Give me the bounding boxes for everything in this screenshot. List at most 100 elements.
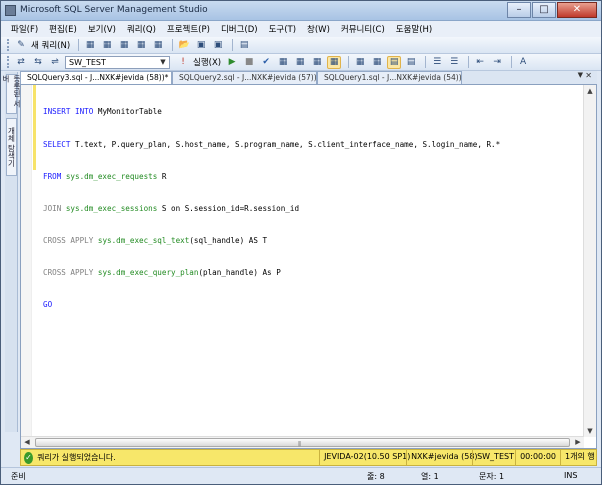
- results-to-grid-icon[interactable]: ▦: [327, 55, 342, 69]
- close-button[interactable]: ✕: [557, 2, 597, 18]
- intellisense-icon[interactable]: ▦: [310, 56, 324, 69]
- open-file-icon[interactable]: 📂: [177, 39, 191, 52]
- sql-code[interactable]: INSERT INTO MyMonitorTable SELECT T.text…: [43, 86, 500, 332]
- disconnect-icon[interactable]: ⇆: [31, 56, 45, 69]
- tab-label: SQLQuery2.sql - J...NXK#jevida (57))*: [179, 73, 317, 82]
- compact-query-icon[interactable]: ▦: [151, 39, 165, 52]
- status-char: 문자: 1: [479, 472, 505, 481]
- code-token: CROSS APPLY: [43, 267, 98, 277]
- scroll-down-icon[interactable]: ▼: [584, 425, 596, 437]
- toolbar-grip[interactable]: [7, 39, 10, 51]
- results-to-file-icon[interactable]: ▤: [404, 56, 418, 69]
- scroll-left-icon[interactable]: ◀: [21, 437, 33, 448]
- code-line: SELECT T.text, P.query_plan, S.host_name…: [43, 140, 500, 151]
- client-statistics-icon[interactable]: ▦: [370, 56, 384, 69]
- minimize-button[interactable]: –: [507, 2, 531, 18]
- tab-sqlquery3[interactable]: SQLQuery3.sql - J...NXK#jevida (58))*: [20, 71, 172, 85]
- code-token: INSERT INTO: [43, 107, 94, 117]
- menu-community[interactable]: 커뮤니티(C): [341, 23, 385, 35]
- code-token: (plan_handle) As P: [198, 267, 281, 277]
- editor-margin: [21, 85, 32, 437]
- parse-icon[interactable]: ✔: [259, 56, 273, 69]
- toolbar-separator: [511, 56, 513, 68]
- menu-edit[interactable]: 편집(E): [49, 23, 77, 35]
- estimated-plan-icon[interactable]: ▦: [276, 56, 290, 69]
- query-status-bar: ✓ 쿼리가 실행되었습니다. JEVIDA-02(10.50 SP1) NXK#…: [20, 449, 597, 466]
- server-name: JEVIDA-02(10.50 SP1): [319, 449, 410, 466]
- code-token: MyMonitorTable: [97, 107, 162, 117]
- menu-project[interactable]: 프로젝트(P): [167, 23, 210, 35]
- code-token: CROSS APPLY: [43, 235, 98, 245]
- toolbar-grip[interactable]: [7, 56, 10, 68]
- comment-icon[interactable]: ☰: [430, 56, 444, 69]
- code-line: INSERT INTO MyMonitorTable: [43, 107, 500, 118]
- specify-template-values-icon[interactable]: A: [516, 56, 530, 69]
- status-column: 열: 1: [421, 472, 439, 481]
- code-token: T.text, P.query_plan, S.host_name, S.pro…: [70, 139, 501, 149]
- xmla-query-icon[interactable]: ▦: [134, 39, 148, 52]
- code-token: JOIN: [43, 203, 66, 213]
- results-to-text-icon[interactable]: ▤: [387, 55, 402, 69]
- toolbar-separator: [78, 39, 80, 51]
- decrease-indent-icon[interactable]: ⇤: [473, 56, 487, 69]
- uncomment-icon[interactable]: ☰: [447, 56, 461, 69]
- toolbar-separator: [232, 39, 234, 51]
- object-explorer-tab[interactable]: 개체 탐색기: [6, 118, 17, 176]
- save-all-icon[interactable]: ▣: [211, 39, 225, 52]
- tab-sqlquery2[interactable]: SQLQuery2.sql - J...NXK#jevida (57))*: [172, 71, 317, 84]
- ssms-window: Microsoft SQL Server Management Studio –…: [0, 0, 602, 485]
- new-query-icon[interactable]: ✎: [14, 39, 28, 52]
- vertical-scrollbar[interactable]: ▲ ▼: [583, 85, 596, 437]
- menu-window[interactable]: 창(W): [307, 23, 330, 35]
- database-engine-query-icon[interactable]: ▦: [83, 39, 97, 52]
- app-icon: [5, 5, 16, 16]
- toolbar-separator: [425, 56, 427, 68]
- registered-servers-tab[interactable]: 등록된 서버: [2, 74, 22, 114]
- available-databases-select[interactable]: SW_TEST ▼: [65, 55, 170, 69]
- menu-view[interactable]: 보기(V): [88, 23, 116, 35]
- query-designer-icon[interactable]: ▦: [293, 56, 307, 69]
- scroll-up-icon[interactable]: ▲: [584, 85, 596, 97]
- menu-bar: 파일(F) 편집(E) 보기(V) 쿼리(Q) 프로젝트(P) 디버그(D) 도…: [1, 21, 601, 37]
- activity-monitor-icon[interactable]: ▤: [237, 39, 251, 52]
- query-editor[interactable]: INSERT INTO MyMonitorTable SELECT T.text…: [20, 84, 597, 449]
- standard-toolbar: ✎ 새 쿼리(N) ▦ ▦ ▦ ▦ ▦ 📂 ▣ ▣ ▤: [1, 37, 601, 54]
- new-query-button[interactable]: 새 쿼리(N): [31, 39, 70, 51]
- horizontal-scrollbar[interactable]: ◀ ||| ▶: [21, 436, 584, 448]
- menu-tools[interactable]: 도구(T): [269, 23, 296, 35]
- toolbar-separator: [348, 56, 350, 68]
- code-token: R: [157, 171, 167, 181]
- code-token: sys.dm_exec_sessions: [65, 203, 158, 213]
- query-status-message: 쿼리가 실행되었습니다.: [37, 453, 116, 462]
- scroll-right-icon[interactable]: ▶: [572, 437, 584, 448]
- connect-icon[interactable]: ⇄: [14, 56, 28, 69]
- menu-help[interactable]: 도움말(H): [396, 23, 432, 35]
- chevron-down-icon: ▼: [160, 57, 166, 66]
- status-ready: 준비: [11, 472, 26, 481]
- execute-icon[interactable]: !: [176, 56, 190, 69]
- tab-label: SQLQuery1.sql - J...NXK#jevida (54))*: [324, 73, 462, 82]
- maximize-button[interactable]: □: [532, 2, 556, 18]
- code-token: FROM: [43, 171, 66, 181]
- increase-indent-icon[interactable]: ⇥: [490, 56, 504, 69]
- analysis-query-icon[interactable]: ▦: [100, 39, 114, 52]
- menu-debug[interactable]: 디버그(D): [221, 23, 258, 35]
- menu-file[interactable]: 파일(F): [11, 23, 38, 35]
- tab-list-icon[interactable]: ▼: [578, 71, 583, 79]
- scrollbar-thumb[interactable]: |||: [35, 438, 570, 447]
- close-icon[interactable]: ✕: [585, 71, 592, 80]
- tab-sqlquery1[interactable]: SQLQuery1.sql - J...NXK#jevida (54))*: [317, 71, 462, 84]
- sql-editor-toolbar: ⇄ ⇆ ⇌ SW_TEST ▼ ! 실행(X) ▶ ■ ✔ ▦ ▦ ▦ ▦ ▦ …: [1, 54, 601, 71]
- menu-query[interactable]: 쿼리(Q): [127, 23, 156, 35]
- mining-query-icon[interactable]: ▦: [117, 39, 131, 52]
- document-tabs: SQLQuery3.sql - J...NXK#jevida (58))* SQ…: [20, 71, 597, 85]
- debug-icon[interactable]: ▶: [225, 56, 239, 69]
- save-icon[interactable]: ▣: [194, 39, 208, 52]
- include-actual-plan-icon[interactable]: ▦: [353, 56, 367, 69]
- code-token: sys.dm_exec_sql_text: [97, 235, 190, 245]
- change-connection-icon[interactable]: ⇌: [48, 56, 62, 69]
- cancel-query-icon[interactable]: ■: [242, 56, 256, 69]
- execute-button[interactable]: 실행(X): [193, 56, 221, 68]
- side-panel: 등록된 서버 개체 탐색기: [2, 72, 22, 432]
- toolbar-separator: [172, 39, 174, 51]
